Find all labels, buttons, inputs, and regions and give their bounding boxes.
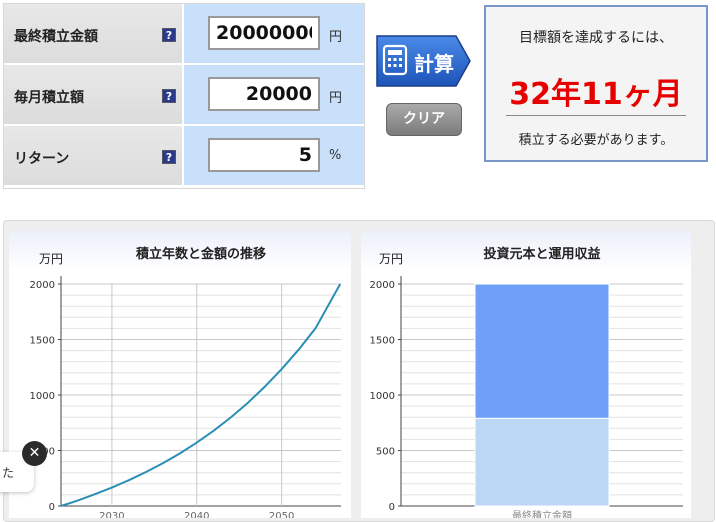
label-cell: リターン ?: [4, 126, 184, 186]
monthly-amount-row: 毎月積立額 ? 円: [4, 65, 364, 125]
y-tick-label: 1500: [30, 336, 55, 347]
value-cell: %: [184, 126, 364, 186]
result-duration: 32年11ヶ月: [509, 77, 683, 112]
value-cell: 円: [184, 65, 364, 125]
bar-segment-principal: [474, 417, 610, 507]
return-input[interactable]: [208, 138, 320, 172]
x-tick-label: 2040: [184, 511, 209, 518]
help-icon[interactable]: ?: [162, 150, 176, 164]
y-axis-unit: 万円: [39, 252, 63, 266]
label-cell: 最終積立金額 ?: [4, 4, 184, 64]
floating-card-text: た: [2, 466, 15, 480]
value-cell: 円: [184, 4, 364, 64]
final-amount-label: 最終積立金額: [14, 29, 98, 45]
monthly-amount-label: 毎月積立額: [14, 90, 84, 106]
bar-chart: 投資元本と運用収益 万円 0 500 1000 1500 2000 最終積立金額: [361, 231, 691, 518]
monthly-amount-input[interactable]: [208, 77, 320, 111]
y-tick-label: 0: [389, 502, 395, 513]
bar-chart-svg: 投資元本と運用収益 万円 0 500 1000 1500 2000 最終積立金額: [370, 246, 683, 518]
final-amount-input[interactable]: [208, 16, 320, 50]
return-row: リターン ? %: [4, 126, 364, 186]
unit-label: %: [329, 148, 342, 163]
calculate-button[interactable]: 計算: [374, 34, 472, 88]
return-label: リターン: [14, 151, 70, 167]
y-axis-unit: 万円: [379, 252, 403, 266]
x-tick-label: 2030: [99, 511, 124, 518]
chart-title: 投資元本と運用収益: [483, 246, 600, 262]
help-icon[interactable]: ?: [162, 28, 176, 42]
line-chart-svg: 積立年数と金額の推移万円0500100015002000203020402050: [30, 246, 342, 518]
y-tick-label: 1000: [370, 391, 395, 402]
unit-label: 円: [329, 30, 343, 45]
x-tick-label: 2050: [269, 511, 294, 518]
close-icon[interactable]: ✕: [22, 441, 47, 466]
label-cell: 毎月積立額 ?: [4, 65, 184, 125]
y-tick-label: 2000: [30, 280, 55, 291]
line-chart: 積立年数と金額の推移万円0500100015002000203020402050: [9, 231, 351, 518]
y-tick-label: 500: [376, 447, 395, 458]
bar-segment-returns: [474, 283, 610, 419]
chart-title: 積立年数と金額の推移: [135, 246, 266, 262]
result-footer: 積立する必要があります。: [518, 133, 674, 148]
y-tick-label: 1500: [370, 336, 395, 347]
result-box: 目標額を達成するには、 32年11ヶ月 積立する必要があります。: [484, 5, 708, 162]
y-tick-label: 1000: [30, 391, 55, 402]
y-tick-label: 2000: [370, 280, 395, 291]
x-category-label: 最終積立金額: [512, 509, 572, 518]
result-heading: 目標額を達成するには、: [519, 30, 673, 46]
calculate-button-label: 計算: [414, 52, 454, 76]
help-icon[interactable]: ?: [162, 89, 176, 103]
clear-button[interactable]: クリア: [386, 103, 462, 136]
final-amount-row: 最終積立金額 ? 円: [4, 4, 364, 64]
input-form: 最終積立金額 ? 円 毎月積立額 ? 円 リターン ? %: [3, 3, 365, 189]
result-divider: [506, 115, 686, 116]
unit-label: 円: [329, 91, 343, 106]
y-tick-label: 0: [49, 502, 55, 513]
